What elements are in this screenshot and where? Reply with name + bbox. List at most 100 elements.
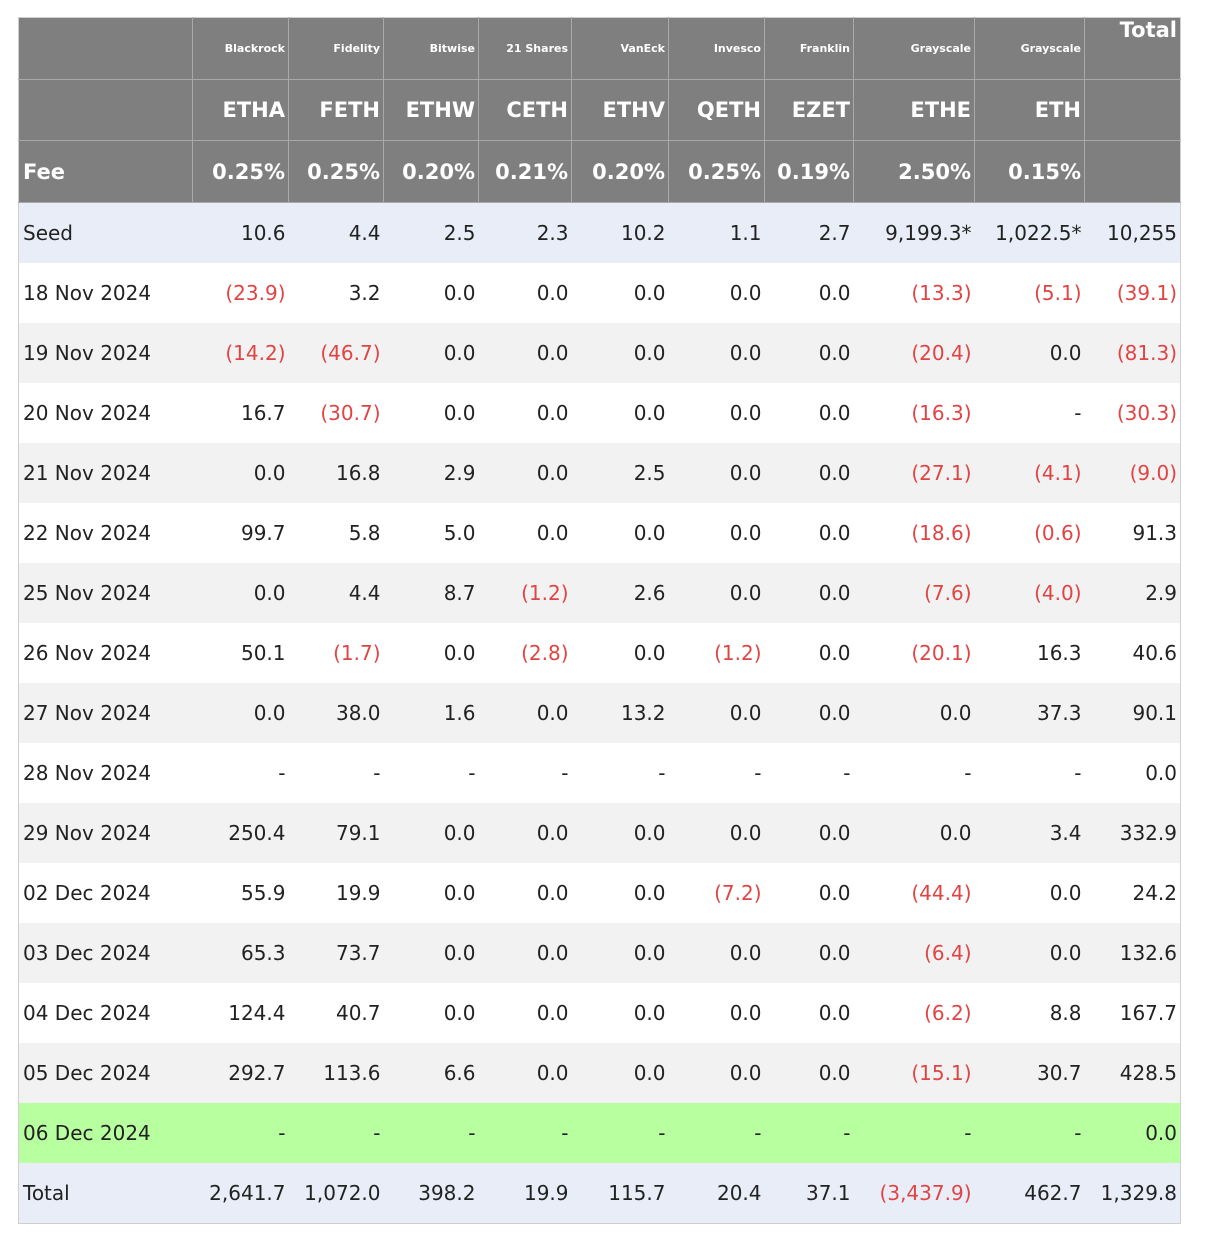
seed-row: Seed 10.6 4.4 2.5 2.3 10.2 1.1 2.7 9,199.3* 1,022…: [18, 202, 1181, 263]
flow-cell: 0.0: [383, 262, 479, 323]
ticker-header: EZET: [764, 79, 854, 141]
flow-cell: 0.0: [383, 382, 479, 443]
fee-header: 0.19%: [764, 140, 854, 203]
table-row: 28 Nov 2024- - - - - - - - -0.0: [18, 742, 1181, 803]
flow-cell: 2.3: [478, 202, 572, 263]
fee-header: 0.25%: [288, 140, 384, 203]
flow-cell: 2.6: [571, 562, 669, 623]
fee-header: 0.25%: [192, 140, 289, 203]
fee-header: 0.21%: [478, 140, 572, 203]
flow-cell: 0.0: [571, 922, 669, 983]
flow-cell: 2.5: [571, 442, 669, 503]
flow-cell: (7.2): [668, 862, 765, 923]
flow-cell: -: [571, 742, 669, 803]
flow-cell: 0.0: [383, 322, 479, 383]
flow-cell: -: [192, 1102, 289, 1163]
ticker-header: ETHE: [853, 79, 975, 141]
issuer-header: 21 Shares: [478, 17, 572, 80]
ticker-total-cell: [1084, 79, 1181, 141]
issuer-header: Franklin: [764, 17, 854, 80]
flow-cell: 0.0: [478, 322, 572, 383]
flow-cell: 50.1: [192, 622, 289, 683]
total-cell: 20.4: [668, 1162, 765, 1224]
row-label: 25 Nov 2024: [18, 562, 193, 623]
flow-cell: 0.0: [478, 982, 572, 1043]
flow-cell: 79.1: [288, 802, 384, 863]
flow-cell: (1.2): [478, 562, 572, 623]
flow-cell: 16.7: [192, 382, 289, 443]
flow-cell: -: [571, 1102, 669, 1163]
flow-cell: 0.0: [192, 562, 289, 623]
flow-cell: 0.0: [668, 322, 765, 383]
row-total-cell: 91.3: [1084, 502, 1181, 563]
row-label: 27 Nov 2024: [18, 682, 193, 743]
flow-cell: 4.4: [288, 562, 384, 623]
table-row: 04 Dec 2024 124.4 40.7 0.0 0.0 0.0 0.0 0.0 (6.2)…: [18, 982, 1181, 1043]
flow-cell: (16.3): [853, 382, 975, 443]
flow-cell: 6.6: [383, 1042, 479, 1103]
row-total-cell: 10,255: [1084, 202, 1181, 263]
row-total-cell: (9.0): [1084, 442, 1181, 503]
ticker-header: FETH: [288, 79, 384, 141]
flow-cell: 8.7: [383, 562, 479, 623]
table-row: 20 Nov 2024 16.7 (30.7) 0.0 0.0 0.0 0.0 0.0 (16.…: [18, 382, 1181, 443]
row-total-cell: 132.6: [1084, 922, 1181, 983]
flow-cell: 0.0: [383, 622, 479, 683]
flow-cell: 0.0: [764, 802, 854, 863]
flow-cell: (30.7): [288, 382, 384, 443]
flow-cell: 0.0: [571, 502, 669, 563]
flow-cell: -: [853, 742, 975, 803]
flow-cell: (4.1): [974, 442, 1085, 503]
issuer-header: Grayscale: [974, 17, 1085, 80]
flow-cell: 40.7: [288, 982, 384, 1043]
flow-cell: -: [853, 1102, 975, 1163]
flow-cell: 0.0: [478, 682, 572, 743]
flow-cell: (27.1): [853, 442, 975, 503]
row-total-cell: 428.5: [1084, 1042, 1181, 1103]
flow-cell: -: [288, 1102, 384, 1163]
flow-cell: 0.0: [668, 382, 765, 443]
flow-cell: 1,022.5*: [974, 202, 1085, 263]
flow-cell: 0.0: [571, 262, 669, 323]
fee-header: 0.25%: [668, 140, 765, 203]
flow-cell: 2.7: [764, 202, 854, 263]
row-label: 03 Dec 2024: [18, 922, 193, 983]
flow-cell: 0.0: [478, 382, 572, 443]
row-label: 05 Dec 2024: [18, 1042, 193, 1103]
table-row: 19 Nov 2024 (14.2) (46.7) 0.0 0.0 0.0 0.0 0.0 (2…: [18, 322, 1181, 383]
total-cell: 19.9: [478, 1162, 572, 1224]
flow-cell: (13.3): [853, 262, 975, 323]
row-label: 21 Nov 2024: [18, 442, 193, 503]
flow-cell: 9,199.3*: [853, 202, 975, 263]
flow-cell: 0.0: [764, 322, 854, 383]
flow-cell: 0.0: [764, 562, 854, 623]
flow-cell: 0.0: [764, 262, 854, 323]
flow-cell: 0.0: [668, 682, 765, 743]
flow-cell: -: [383, 742, 479, 803]
row-label: 19 Nov 2024: [18, 322, 193, 383]
flow-cell: 0.0: [764, 382, 854, 443]
flow-cell: (20.4): [853, 322, 975, 383]
issuer-header: Invesco: [668, 17, 765, 80]
row-total-cell: 0.0: [1084, 1102, 1181, 1163]
flow-cell: 0.0: [668, 802, 765, 863]
row-total-cell: 2.9: [1084, 562, 1181, 623]
row-label: 28 Nov 2024: [18, 742, 193, 803]
flow-cell: 1.6: [383, 682, 479, 743]
ticker-header: ETH: [974, 79, 1085, 141]
flow-cell: 0.0: [668, 502, 765, 563]
flow-cell: 3.4: [974, 802, 1085, 863]
row-total-cell: (39.1): [1084, 262, 1181, 323]
flow-cell: 65.3: [192, 922, 289, 983]
flow-cell: 0.0: [571, 322, 669, 383]
flow-cell: 0.0: [383, 982, 479, 1043]
row-label: 22 Nov 2024: [18, 502, 193, 563]
row-total-cell: 332.9: [1084, 802, 1181, 863]
flow-cell: 1.1: [668, 202, 765, 263]
table-row: 27 Nov 2024 0.0 38.0 1.6 0.0 13.2 0.0 0.0 0.0 37.…: [18, 682, 1181, 743]
flow-cell: (0.6): [974, 502, 1085, 563]
flow-cell: 2.5: [383, 202, 479, 263]
flow-cell: 0.0: [974, 862, 1085, 923]
row-label: 29 Nov 2024: [18, 802, 193, 863]
flow-cell: 30.7: [974, 1042, 1085, 1103]
